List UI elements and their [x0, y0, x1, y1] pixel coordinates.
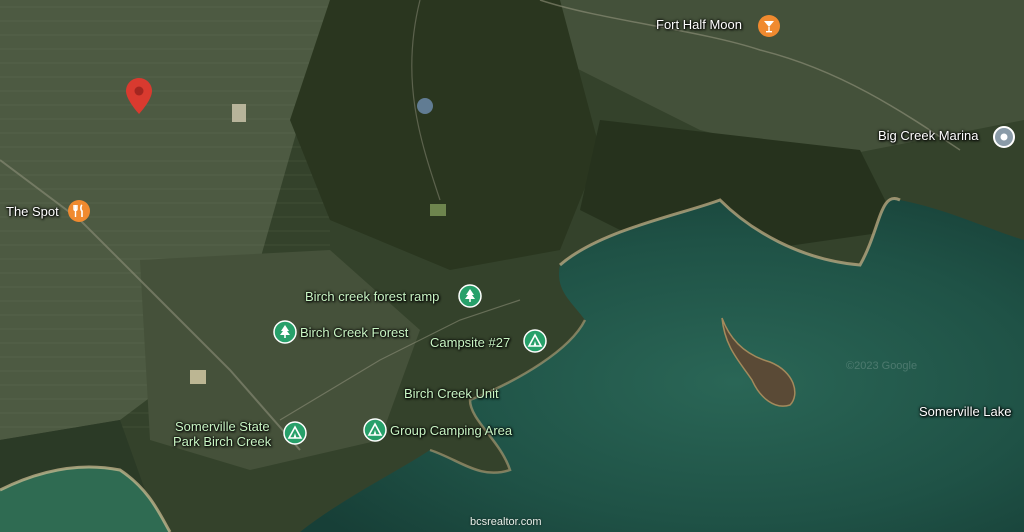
place-label-somerville-lake[interactable]: Somerville Lake [919, 404, 1012, 419]
tree-icon[interactable] [458, 284, 482, 308]
place-label-fort-half-moon[interactable]: Fort Half Moon [656, 17, 742, 32]
place-icon[interactable] [992, 125, 1016, 149]
place-label-campsite-27[interactable]: Campsite #27 [430, 335, 510, 350]
place-label-birch-creek-forest-ramp[interactable]: Birch creek forest ramp [305, 289, 439, 304]
fork-knife-icon[interactable] [67, 199, 91, 223]
place-label-big-creek-marina[interactable]: Big Creek Marina [878, 128, 978, 143]
place-label-somerville-state-park-line1[interactable]: Somerville State [175, 419, 270, 434]
place-label-group-camping-area[interactable]: Group Camping Area [390, 423, 512, 438]
tree-icon[interactable] [273, 320, 297, 344]
tent-icon[interactable] [363, 418, 387, 442]
tent-icon[interactable] [283, 421, 307, 445]
place-label-birch-creek-unit[interactable]: Birch Creek Unit [404, 386, 499, 401]
map-copyright-watermark: ©2023 Google [846, 360, 918, 372]
tent-icon[interactable] [523, 329, 547, 353]
place-label-somerville-state-park-line2[interactable]: Park Birch Creek [173, 434, 271, 449]
satellite-map[interactable]: Fort Half Moon Big Creek Marina The Spot… [0, 0, 1024, 532]
location-pin-icon[interactable] [126, 78, 152, 114]
place-label-the-spot[interactable]: The Spot [6, 204, 59, 219]
satellite-imagery [0, 0, 1024, 532]
cocktail-icon[interactable] [757, 14, 781, 38]
site-watermark: bcsrealtor.com [470, 516, 542, 528]
place-label-birch-creek-forest[interactable]: Birch Creek Forest [300, 325, 408, 340]
